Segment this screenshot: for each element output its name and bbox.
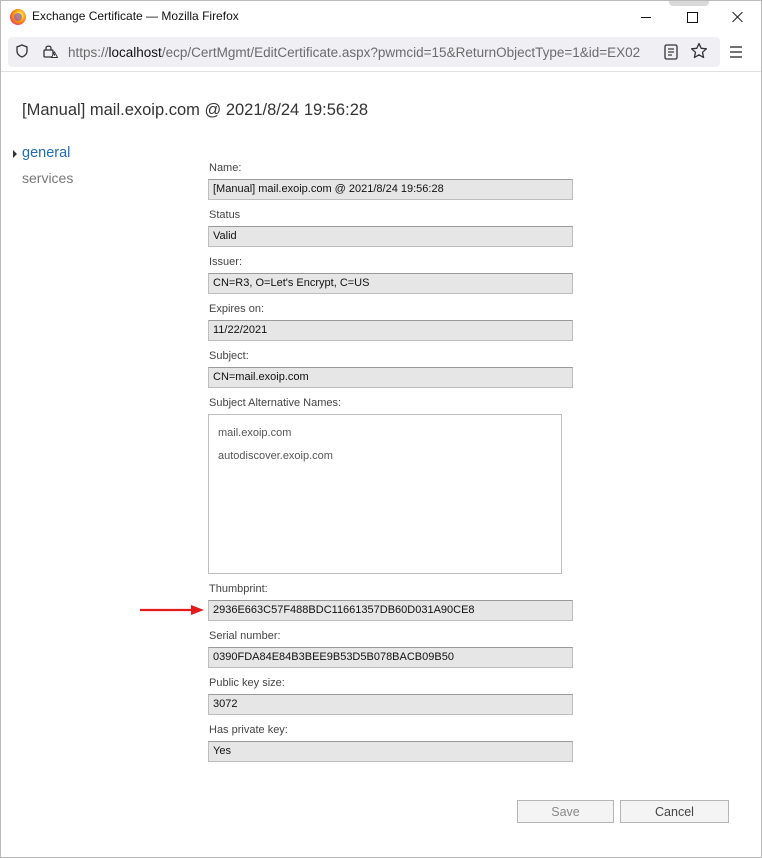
minimize-button[interactable] — [623, 1, 669, 33]
subject-label: Subject: — [209, 350, 249, 362]
close-button[interactable] — [715, 1, 761, 33]
save-button[interactable]: Save — [517, 800, 614, 823]
thumbprint-field[interactable]: 2936E663C57F488BDC11661357DB60D031A90CE8 — [208, 600, 573, 621]
privatekey-field[interactable]: Yes — [208, 741, 573, 762]
red-annotation-arrow-icon — [140, 605, 204, 615]
status-label: Status — [209, 209, 241, 221]
status-field[interactable]: Valid — [208, 226, 573, 247]
url-text[interactable]: https://localhost/ecp/CertMgmt/EditCerti… — [68, 45, 658, 60]
nav-item-general[interactable]: general — [22, 145, 70, 161]
navigation-toolbar: https://localhost/ecp/CertMgmt/EditCerti… — [1, 33, 761, 72]
cancel-button[interactable]: Cancel — [620, 800, 729, 823]
expires-label: Expires on: — [209, 303, 265, 315]
tracking-protection-shield-icon[interactable] — [16, 44, 28, 58]
nav-item-services[interactable]: services — [22, 170, 73, 186]
hamburger-menu-icon[interactable] — [729, 45, 743, 59]
maximize-button[interactable] — [669, 1, 715, 33]
list-item[interactable]: mail.exoip.com — [218, 427, 291, 439]
issuer-field[interactable]: CN=R3, O=Let's Encrypt, C=US — [208, 273, 573, 294]
maximize-icon — [686, 11, 698, 23]
privatekey-label: Has private key: — [209, 724, 288, 736]
reader-view-icon[interactable] — [664, 44, 678, 60]
firefox-logo-icon — [10, 9, 26, 25]
name-field[interactable]: [Manual] mail.exoip.com @ 2021/8/24 19:5… — [208, 179, 573, 200]
url-path: /ecp/CertMgmt/EditCertificate.aspx?pwmci… — [161, 45, 641, 60]
url-host: localhost — [108, 45, 162, 60]
url-scheme: https:// — [68, 45, 109, 60]
keysize-label: Public key size: — [209, 677, 285, 689]
name-label: Name: — [209, 162, 242, 174]
issuer-label: Issuer: — [209, 256, 243, 268]
title-bar: Exchange Certificate — Mozilla Firefox — [1, 1, 761, 33]
subject-field[interactable]: CN=mail.exoip.com — [208, 367, 573, 388]
browser-window: Exchange Certificate — Mozilla Firefox h… — [0, 0, 762, 858]
list-item[interactable]: autodiscover.exoip.com — [218, 450, 333, 462]
lock-warning-icon[interactable] — [42, 43, 58, 59]
bookmark-star-icon[interactable] — [690, 42, 708, 60]
san-label: Subject Alternative Names: — [209, 397, 342, 409]
serial-label: Serial number: — [209, 630, 281, 642]
thumbprint-label: Thumbprint: — [209, 583, 268, 595]
minimize-icon — [641, 16, 651, 18]
page-title: [Manual] mail.exoip.com @ 2021/8/24 19:5… — [22, 101, 369, 119]
window-title: Exchange Certificate — Mozilla Firefox — [32, 9, 239, 23]
san-list[interactable]: mail.exoip.com autodiscover.exoip.com — [208, 414, 562, 574]
keysize-field[interactable]: 3072 — [208, 694, 573, 715]
address-bar[interactable]: https://localhost/ecp/CertMgmt/EditCerti… — [8, 37, 720, 67]
selected-nav-arrow-icon — [13, 150, 17, 158]
expires-field[interactable]: 11/22/2021 — [208, 320, 573, 341]
close-icon — [732, 11, 744, 23]
serial-field[interactable]: 0390FDA84E84B3BEE9B53D5B078BACB09B50 — [208, 647, 573, 668]
